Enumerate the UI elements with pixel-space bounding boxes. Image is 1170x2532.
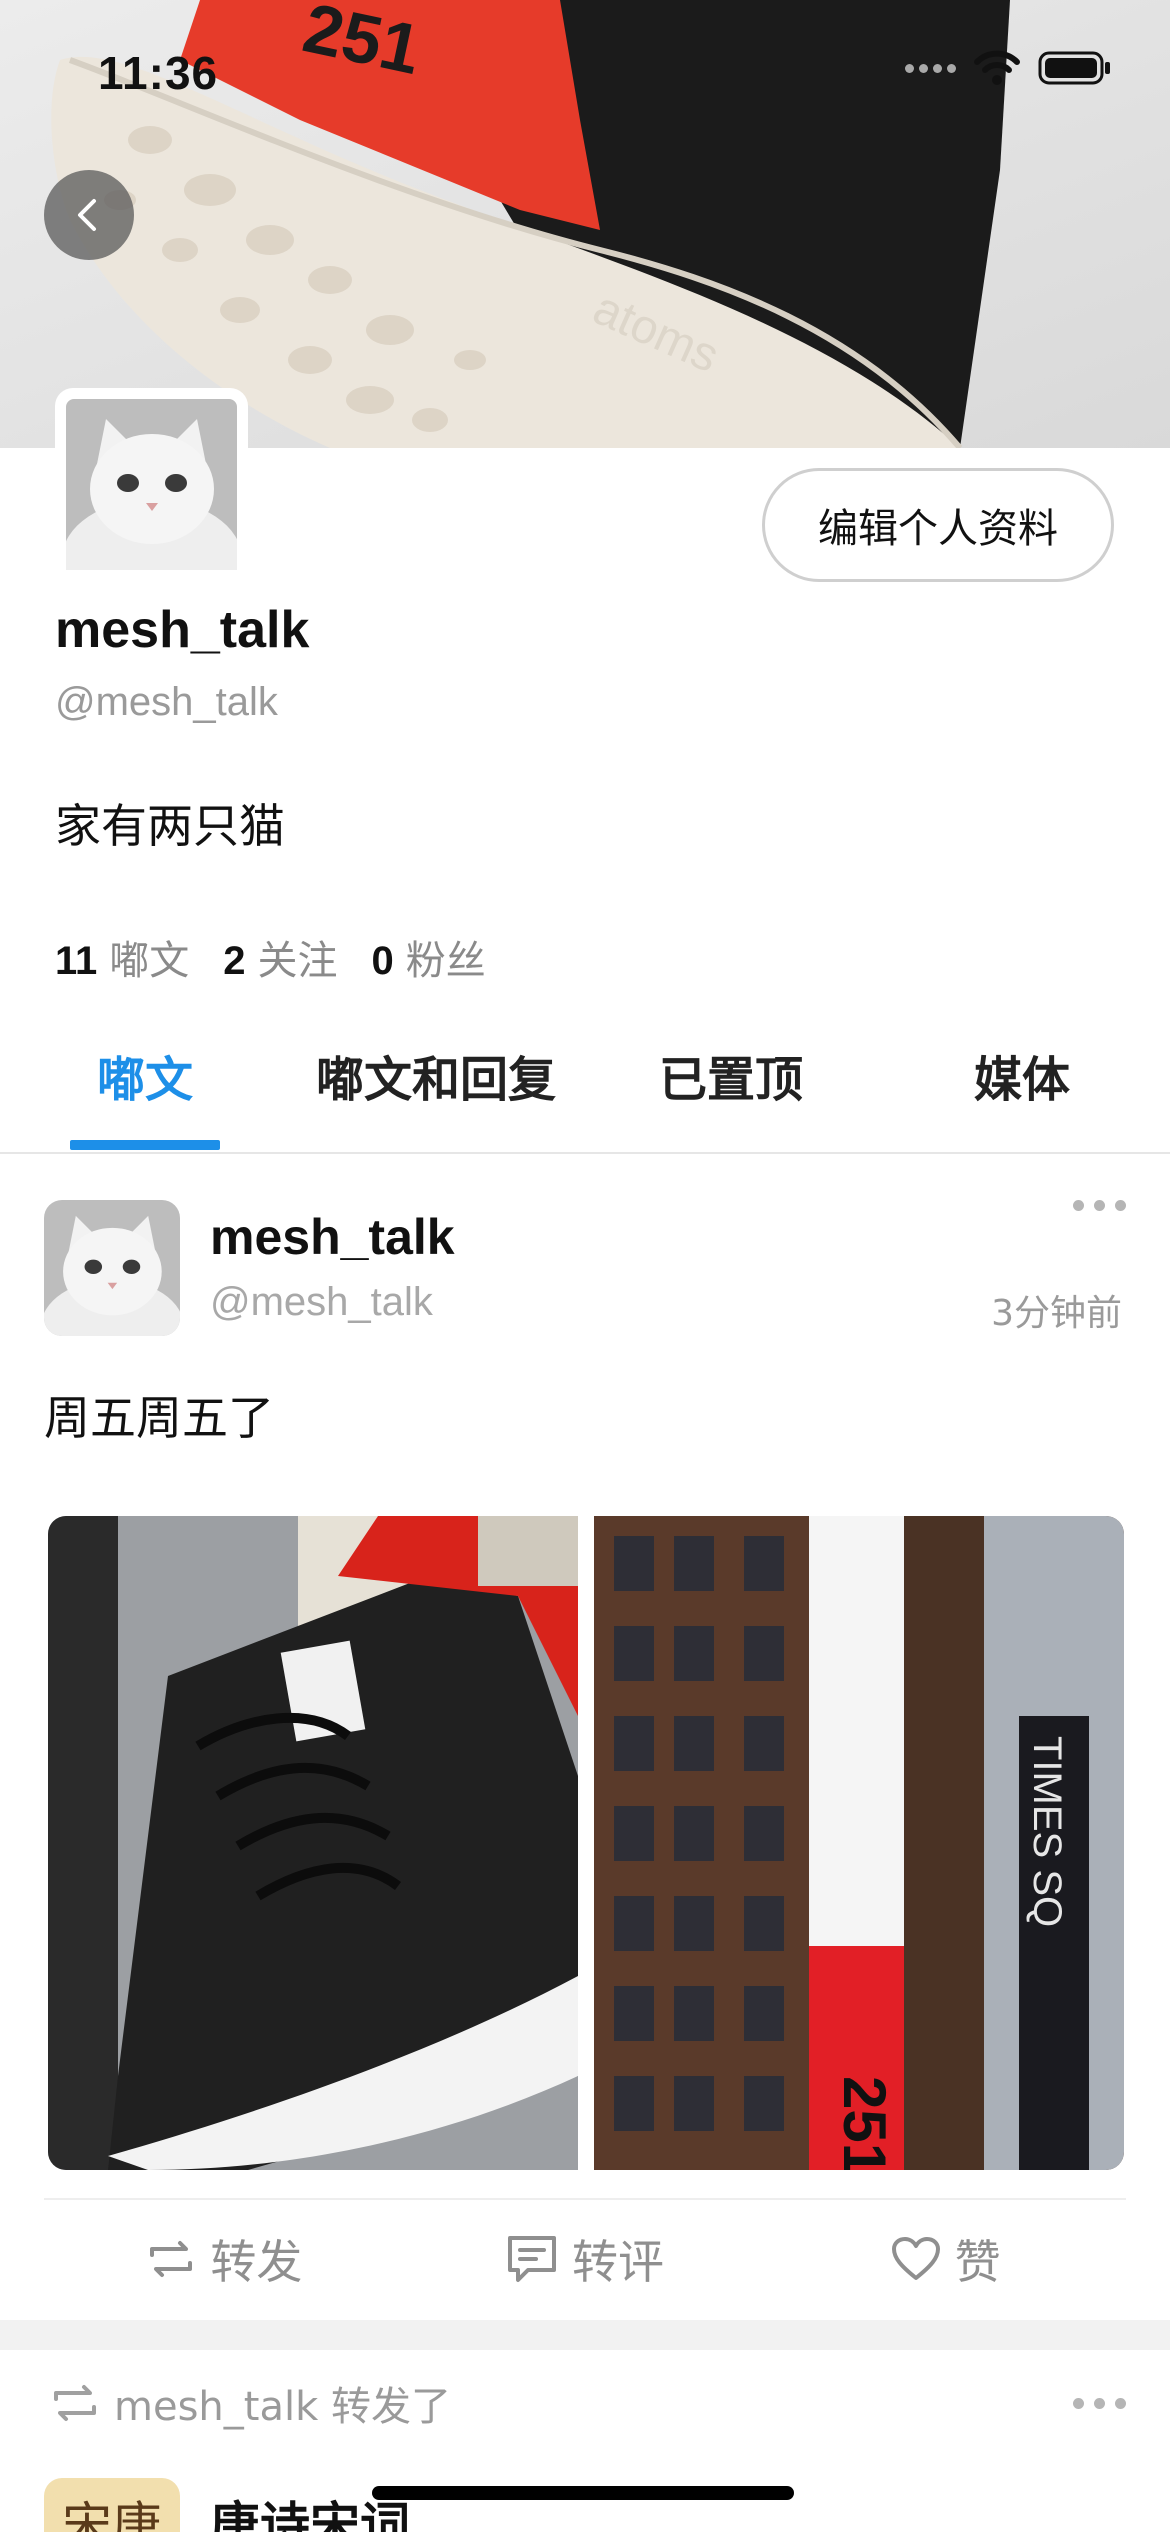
repost-icon [150, 2241, 193, 2277]
repost-icon [54, 2385, 96, 2421]
stat-following[interactable]: 2 关注 [223, 928, 337, 986]
cellular-signal-icon [905, 63, 956, 73]
post-image-grid: 251 TIMES SQ [48, 1516, 1124, 2170]
status-icons [905, 50, 1112, 86]
retweet-by-text[interactable]: mesh_talk 转发了 [114, 2374, 451, 2432]
comment-label: 转评 [572, 2235, 664, 2289]
cat-avatar-image [62, 399, 242, 619]
svg-text:TIMES SQ: TIMES SQ [1025, 1736, 1069, 1927]
tab-media[interactable]: 媒体 [974, 1040, 1070, 1110]
repost-button[interactable]: 转发 [44, 2200, 405, 2318]
post-author-handle: @mesh_talk [210, 1280, 433, 1324]
tab-posts[interactable]: 嘟文 [97, 1040, 193, 1110]
post-text: 周五周五了 [44, 1391, 274, 1445]
edit-profile-button[interactable]: 编辑个人资料 [762, 468, 1114, 582]
times-square-billboard-photo: 251 TIMES SQ [594, 1516, 1124, 2170]
stat-followers[interactable]: 0 粉丝 [372, 928, 486, 986]
tab-pinned[interactable]: 已置顶 [659, 1040, 803, 1110]
profile-tabs: 嘟文 嘟文和回复 已置顶 媒体 [0, 1030, 1170, 1154]
back-button[interactable] [44, 170, 134, 260]
wifi-icon [974, 50, 1020, 85]
stat-followers-label: 粉丝 [405, 938, 486, 984]
post-more-icon[interactable] [1073, 1200, 1126, 1211]
battery-icon [1038, 51, 1110, 85]
post-timestamp: 3分钟前 [991, 1293, 1122, 1334]
active-tab-indicator [70, 1140, 220, 1150]
post-actions: 转发 转评 赞 [44, 2198, 1126, 2318]
profile-banner: 251 atoms 11:36 [0, 0, 1170, 448]
comment-button[interactable]: 转评 [405, 2200, 766, 2318]
retweet-avatar-text: 宋唐 [62, 2497, 162, 2532]
stat-following-count: 2 [223, 939, 246, 983]
comment-icon [508, 2236, 556, 2282]
post-author-avatar[interactable] [44, 1200, 180, 1336]
profile-avatar[interactable] [55, 388, 248, 619]
post-author-name[interactable]: mesh_talk [210, 1208, 455, 1266]
home-indicator[interactable] [372, 2486, 794, 2500]
svg-text:251: 251 [831, 2076, 898, 2170]
like-label: 赞 [954, 2235, 1001, 2289]
heart-icon [891, 2237, 940, 2280]
retweet-author-avatar[interactable]: 宋唐 [44, 2478, 180, 2532]
profile-display-name: mesh_talk [55, 601, 310, 659]
stat-posts-count: 11 [55, 939, 98, 983]
like-button[interactable]: 赞 [765, 2200, 1126, 2318]
profile-bio: 家有两只猫 [55, 799, 285, 853]
post-image-billboard[interactable]: 251 TIMES SQ [594, 1516, 1124, 2170]
stat-posts[interactable]: 11 嘟文 [55, 928, 189, 986]
chevron-left-icon [78, 199, 96, 231]
stat-followers-count: 0 [371, 939, 394, 983]
retweet-more-icon[interactable] [1073, 2398, 1126, 2409]
status-time: 11:36 [98, 47, 219, 99]
post-separator [0, 2320, 1170, 2350]
tab-posts-and-replies[interactable]: 嘟文和回复 [316, 1040, 556, 1110]
cat-avatar-image [44, 1200, 180, 1336]
stat-posts-label: 嘟文 [109, 938, 190, 984]
retweet-indicator: mesh_talk 转发了 [50, 2374, 451, 2432]
repost-label: 转发 [210, 2235, 303, 2289]
post-image-sneaker[interactable] [48, 1516, 578, 2170]
profile-handle: @mesh_talk [55, 680, 278, 724]
stat-following-label: 关注 [257, 938, 338, 984]
sneaker-photo [48, 1516, 578, 2170]
profile-stats: 11 嘟文 2 关注 0 粉丝 [55, 928, 486, 986]
